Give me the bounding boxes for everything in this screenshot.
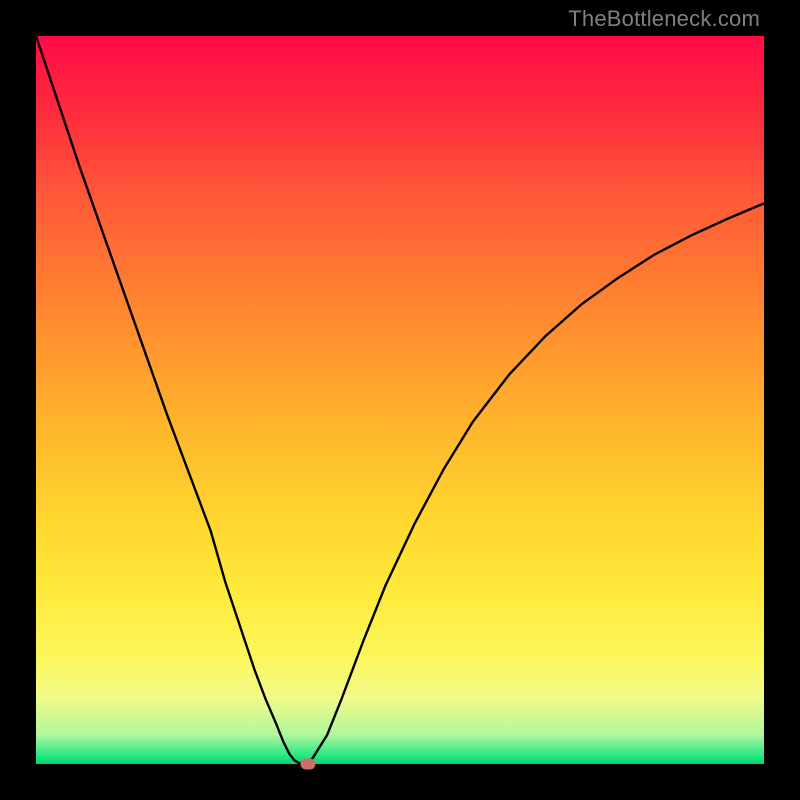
watermark-text: TheBottleneck.com xyxy=(568,6,760,32)
bottleneck-curve xyxy=(36,36,764,764)
curve-right-branch xyxy=(305,203,764,764)
curve-left-branch xyxy=(36,36,305,764)
plot-area xyxy=(36,36,764,764)
optimum-marker xyxy=(300,759,315,770)
